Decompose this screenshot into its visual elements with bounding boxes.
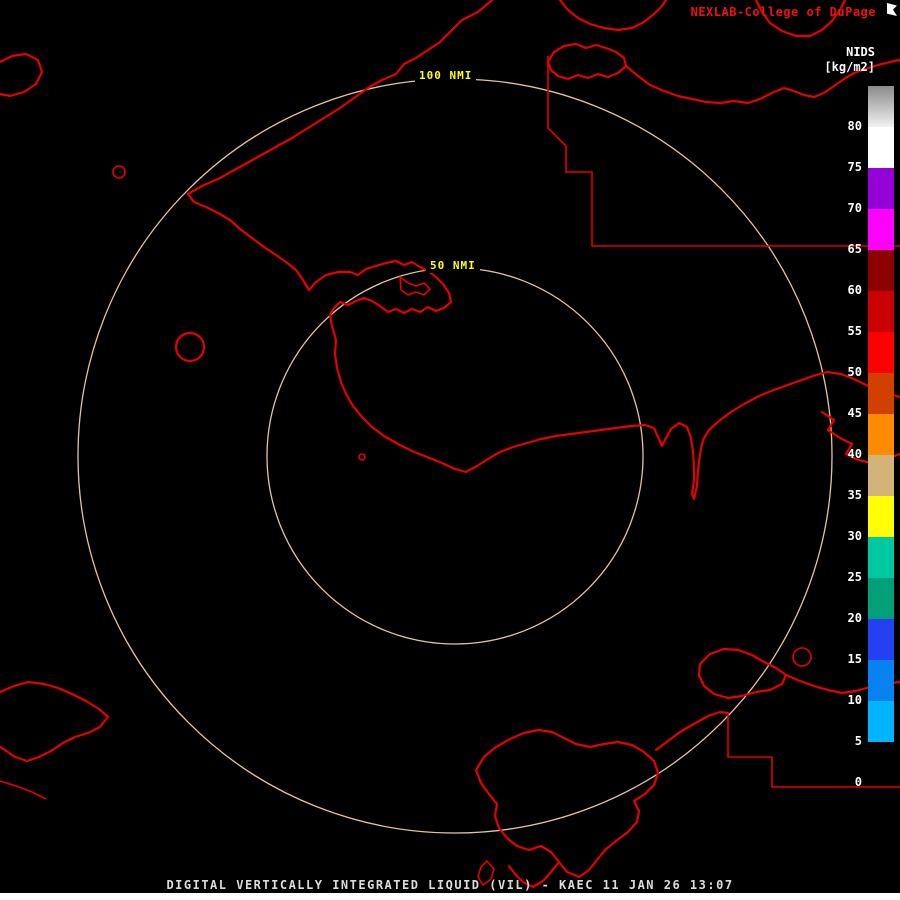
coastline-south-island <box>474 728 660 879</box>
islet-center <box>358 453 366 461</box>
colorbar-label-80: 80 <box>847 119 862 133</box>
ring-label-50nmi: 50 NMI <box>426 258 480 273</box>
brand-text: NEXLAB-College of DuPage <box>690 5 876 19</box>
colorbar-label-35: 35 <box>847 488 862 502</box>
colorbar-segment-70 <box>868 168 894 209</box>
coastline-top-hump-1 <box>558 0 668 32</box>
colorbar-label-25: 25 <box>847 570 862 584</box>
coastline-northeast-blob <box>546 42 628 81</box>
colorbar-label-45: 45 <box>847 406 862 420</box>
coastline-peninsula-detail <box>399 276 431 296</box>
colorbar-label-20: 20 <box>847 611 862 625</box>
colorbar-segment-80 <box>868 86 894 127</box>
colorbar-segment-30 <box>868 496 894 537</box>
colorbar-label-30: 30 <box>847 529 862 543</box>
colorbar-label-50: 50 <box>847 365 862 379</box>
colorbar-segment-35 <box>868 455 894 496</box>
colorbar-segment-25 <box>868 537 894 578</box>
bottom-bar <box>0 893 900 900</box>
colorbar-label-70: 70 <box>847 201 862 215</box>
product-title: DIGITAL VERTICALLY INTEGRATED LIQUID (VI… <box>166 878 734 892</box>
coastline-southwest-blob <box>0 680 110 763</box>
colorbar-labels: 80 75 70 65 60 55 50 45 40 35 30 25 20 15 10 5 0 <box>818 86 862 789</box>
islet-west <box>174 331 206 363</box>
coastline-southeast-approach <box>654 710 730 752</box>
range-ring-50nmi <box>266 267 644 645</box>
colorbar-segment-60 <box>868 250 894 291</box>
coastline-southeast-blob <box>697 647 788 700</box>
colorbar-label-15: 15 <box>847 652 862 666</box>
colorbar-segment-45 <box>868 373 894 414</box>
radar-display: 100 NMI 50 NMI NEXLAB-College of DuPage … <box>0 0 900 900</box>
colorbar-label-5: 5 <box>854 734 862 748</box>
colorbar-label-10: 10 <box>847 693 862 707</box>
colorbar-label-40: 40 <box>847 447 862 461</box>
colorbar-segments <box>868 86 894 783</box>
colorbar-segment-0 <box>868 742 894 783</box>
colorbar-label-55: 55 <box>847 324 862 338</box>
colorbar-segment-65 <box>868 209 894 250</box>
coastline-northwest-blob <box>0 52 44 98</box>
colorbar-segment-55 <box>868 291 894 332</box>
colorbar-label-0: 0 <box>854 775 862 789</box>
coastlines <box>0 0 900 889</box>
colorbar-segment-5 <box>868 701 894 742</box>
colorbar-label-75: 75 <box>847 160 862 174</box>
colorbar-units: [kg/m2] <box>824 60 875 74</box>
colorbar-segment-40 <box>868 414 894 455</box>
colorbar-segment-50 <box>868 332 894 373</box>
ring-label-100nmi: 100 NMI <box>415 68 477 83</box>
colorbar-title: NIDS <box>846 45 875 59</box>
colorbar-segment-15 <box>868 619 894 660</box>
colorbar-segment-20 <box>868 578 894 619</box>
colorbar-label-60: 60 <box>847 283 862 297</box>
coastline-main <box>186 0 900 501</box>
radar-map[interactable] <box>0 0 900 900</box>
islet-northwest <box>112 165 126 179</box>
coastline-southwest-shore <box>0 780 47 800</box>
colorbar-label-65: 65 <box>847 242 862 256</box>
colorbar-segment-75 <box>868 127 894 168</box>
islet-southeast <box>792 647 812 667</box>
colorbar-segment-10 <box>868 660 894 701</box>
